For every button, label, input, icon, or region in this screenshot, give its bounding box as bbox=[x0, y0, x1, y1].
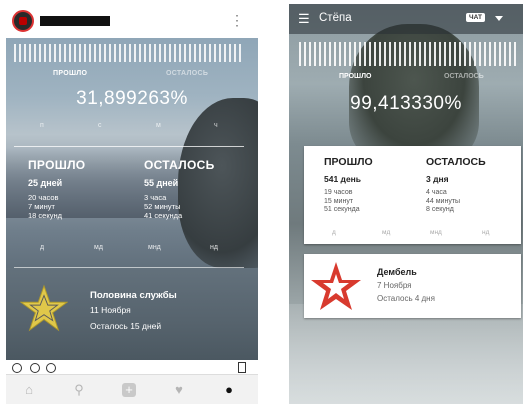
chat-badge[interactable]: ЧАТ bbox=[466, 13, 485, 22]
event-date: 7 Ноября bbox=[377, 281, 412, 290]
toolbar-title: Стёпа bbox=[319, 12, 352, 24]
screenshot-root: ⋮ ПРОШЛО ОСТАЛОСЬ 31,899263% п с м ч ПРО… bbox=[0, 0, 526, 407]
remaining-seconds: 8 секунд bbox=[426, 206, 454, 213]
army-star-icon bbox=[20, 284, 68, 332]
remaining-days: 55 дней bbox=[144, 178, 179, 188]
app-toolbar: ☰ Стёпа ЧАТ bbox=[289, 4, 523, 34]
remaining-column: ОСТАЛОСЬ 55 дней 3 часа 52 минуты 41 сек… bbox=[144, 158, 215, 220]
progress-bars bbox=[14, 44, 244, 62]
tab-remaining[interactable]: ОСТАЛОСЬ bbox=[444, 73, 484, 80]
dropdown-arrow-icon[interactable] bbox=[495, 16, 503, 21]
passed-days: 541 день bbox=[324, 174, 362, 184]
passed-days: 25 дней bbox=[28, 178, 63, 188]
percent-value: 31,899263% bbox=[76, 88, 188, 109]
add-icon[interactable]: + bbox=[122, 383, 136, 397]
remaining-hours: 4 часа bbox=[426, 189, 447, 196]
event-remaining: Осталось 15 дней bbox=[90, 321, 162, 331]
passed-heading: ПРОШЛО bbox=[28, 158, 86, 172]
right-phone-screen: ☰ Стёпа ЧАТ ПРОШЛО ОСТАЛОСЬ 99,413330% П… bbox=[289, 4, 523, 404]
passed-column: ПРОШЛО 25 дней 20 часов 7 минут 18 секун… bbox=[28, 158, 85, 220]
share-icon[interactable] bbox=[46, 363, 56, 373]
mode-option[interactable]: п bbox=[40, 122, 44, 129]
unit-option[interactable]: нд bbox=[482, 229, 489, 236]
unit-option[interactable]: мд bbox=[382, 229, 390, 236]
username-redacted[interactable] bbox=[40, 16, 110, 26]
unit-option[interactable]: мнд bbox=[148, 244, 161, 251]
remaining-minutes: 44 минуты bbox=[426, 197, 461, 205]
unit-option[interactable]: мнд bbox=[430, 229, 442, 236]
remaining-column: ОСТАЛОСЬ 3 дня 4 часа 44 минуты 8 секунд bbox=[426, 156, 486, 215]
event-date: 11 Ноября bbox=[90, 305, 131, 315]
remaining-heading: ОСТАЛОСЬ bbox=[426, 156, 486, 168]
time-card: ПРОШЛО 541 день 19 часов 15 минут 51 сек… bbox=[304, 146, 521, 244]
post-header: ⋮ bbox=[6, 4, 258, 38]
passed-hours: 19 часов bbox=[324, 189, 353, 196]
passed-seconds: 51 секунда bbox=[324, 206, 360, 213]
hamburger-menu-icon[interactable]: ☰ bbox=[298, 12, 310, 25]
unit-option[interactable]: мд bbox=[94, 244, 103, 251]
passed-heading: ПРОШЛО bbox=[324, 156, 373, 168]
percent-value: 99,413330% bbox=[350, 93, 462, 114]
remaining-minutes: 52 минуты bbox=[144, 202, 181, 211]
passed-hours: 20 часов bbox=[28, 193, 59, 202]
home-icon[interactable]: ⌂ bbox=[22, 383, 36, 397]
event-title: Дембель bbox=[377, 267, 417, 277]
remaining-hours: 3 часа bbox=[144, 193, 167, 202]
remaining-days: 3 дня bbox=[426, 174, 449, 184]
unit-option[interactable]: д bbox=[332, 229, 336, 236]
profile-icon[interactable]: ● bbox=[222, 383, 236, 397]
divider bbox=[14, 146, 244, 147]
more-options-icon[interactable]: ⋮ bbox=[230, 13, 244, 27]
mode-option[interactable]: ч bbox=[214, 122, 218, 129]
passed-minutes: 15 минут bbox=[324, 197, 354, 205]
avatar[interactable] bbox=[12, 10, 34, 32]
countdown-post-image: ПРОШЛО ОСТАЛОСЬ 31,899263% п с м ч ПРОШЛ… bbox=[6, 38, 258, 360]
comment-icon[interactable] bbox=[30, 363, 40, 373]
tab-passed[interactable]: ПРОШЛО bbox=[339, 73, 371, 80]
event-title: Половина службы bbox=[90, 290, 177, 301]
event-remaining: Осталось 4 дня bbox=[377, 294, 435, 303]
tab-passed[interactable]: ПРОШЛО bbox=[53, 70, 87, 77]
mode-option[interactable]: м bbox=[156, 122, 161, 129]
post-actions bbox=[6, 360, 258, 374]
passed-column: ПРОШЛО 541 день 19 часов 15 минут 51 сек… bbox=[324, 156, 373, 215]
remaining-seconds: 41 секунда bbox=[144, 211, 183, 220]
like-icon[interactable] bbox=[12, 363, 22, 373]
event-card[interactable]: Дембель 7 Ноября Осталось 4 дня bbox=[304, 254, 521, 318]
tab-remaining[interactable]: ОСТАЛОСЬ bbox=[166, 70, 208, 77]
left-phone-screen: ⋮ ПРОШЛО ОСТАЛОСЬ 31,899263% п с м ч ПРО… bbox=[6, 4, 258, 404]
progress-bars bbox=[299, 42, 517, 66]
unit-option[interactable]: нд bbox=[210, 244, 218, 251]
snow-background bbox=[289, 304, 523, 404]
passed-seconds: 18 секунд bbox=[28, 211, 62, 220]
mode-option[interactable]: с bbox=[98, 122, 102, 129]
army-star-icon bbox=[311, 262, 361, 310]
bottom-nav: ⌂ ⚲ + ♥ ● bbox=[6, 374, 258, 404]
passed-minutes: 7 минут bbox=[28, 202, 55, 211]
remaining-heading: ОСТАЛОСЬ bbox=[144, 158, 215, 172]
heart-icon[interactable]: ♥ bbox=[172, 383, 186, 397]
unit-option[interactable]: д bbox=[40, 244, 44, 251]
search-icon[interactable]: ⚲ bbox=[72, 383, 86, 397]
bookmark-icon[interactable] bbox=[238, 362, 246, 373]
